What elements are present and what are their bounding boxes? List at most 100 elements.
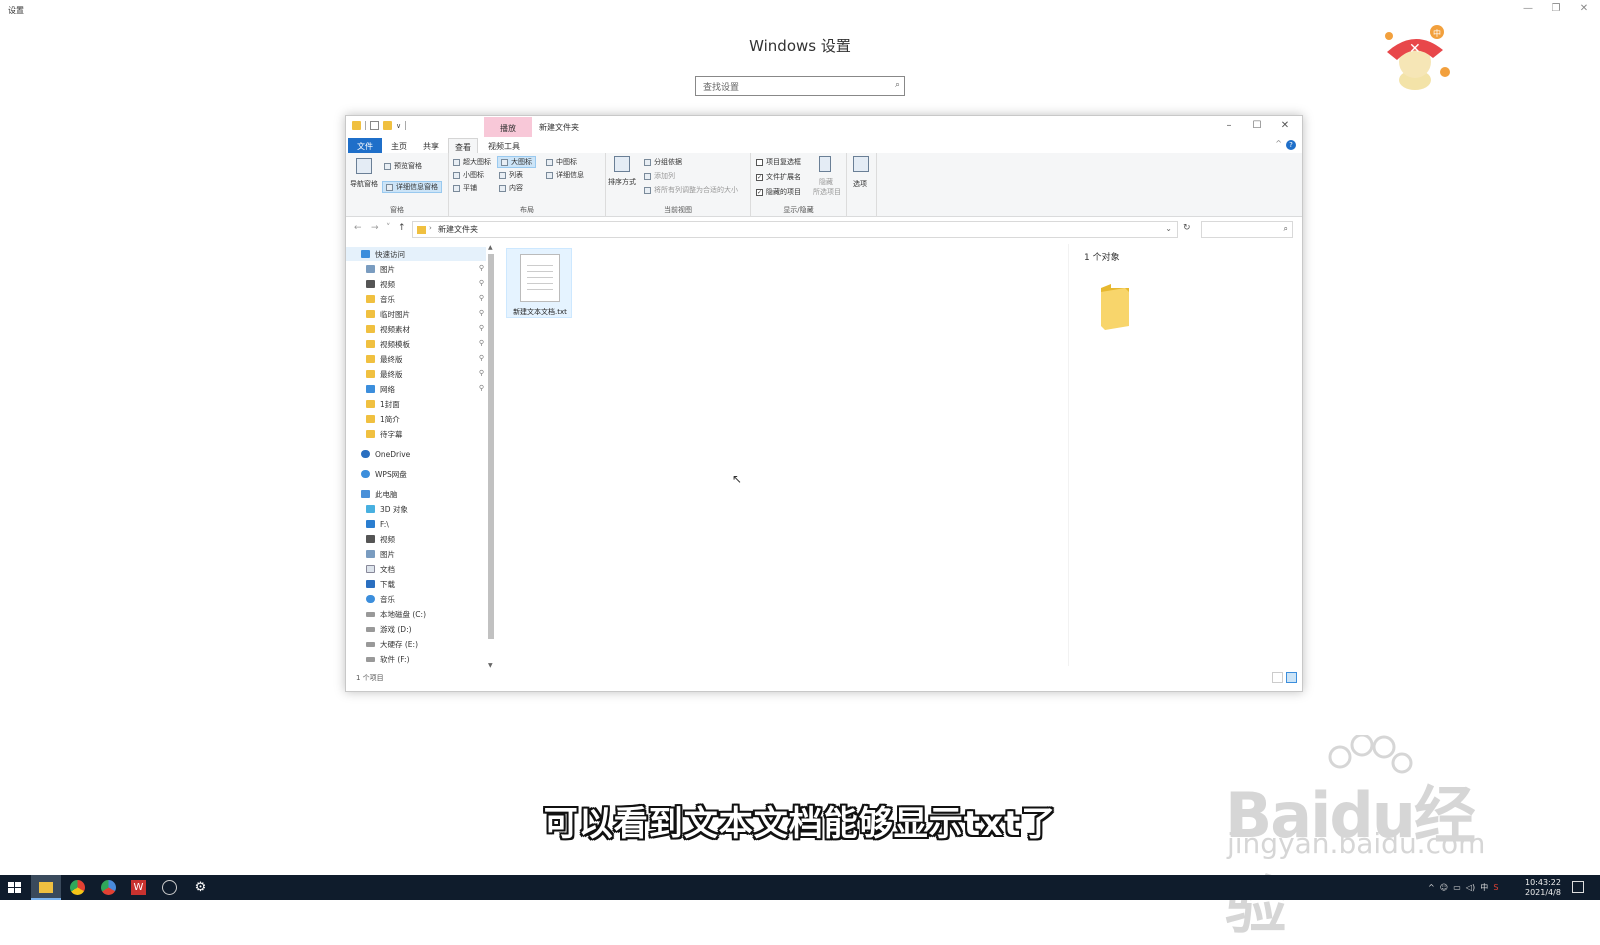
recent-locations-icon[interactable]: ˅	[386, 223, 391, 233]
tab-file[interactable]: 文件	[348, 138, 382, 153]
hide-selected-label-1[interactable]: 隐藏	[819, 177, 833, 187]
nav-item-videos[interactable]: 视频 ⚲	[346, 277, 486, 291]
close-icon[interactable]: ✕	[1275, 120, 1295, 131]
pin-icon[interactable]: ⚲	[479, 369, 484, 377]
nav-item-onedrive[interactable]: OneDrive	[346, 447, 486, 461]
nav-item-downloads[interactable]: 下载	[346, 577, 486, 591]
restore-icon[interactable]: ❐	[1546, 3, 1566, 14]
list-option[interactable]: 列表	[499, 170, 523, 180]
nav-item-3d-objects[interactable]: 3D 对象	[346, 502, 486, 516]
hide-selected-label-2[interactable]: 所选项目	[813, 187, 841, 197]
media-player-icon[interactable]	[162, 880, 177, 895]
nav-item-disk-e[interactable]: 大硬存 (E:)	[346, 637, 486, 651]
large-icons-option[interactable]: 大图标	[497, 156, 536, 168]
nav-item-this-pc[interactable]: 此电脑	[346, 487, 486, 501]
nav-item-pending-subtitles[interactable]: 待字幕	[346, 427, 486, 441]
breadcrumb-current[interactable]: 新建文件夹	[438, 224, 478, 235]
nav-item-final-2[interactable]: 最终版 ⚲	[346, 367, 486, 381]
collapse-ribbon-icon[interactable]: ^	[1275, 139, 1282, 148]
ime-indicator[interactable]: 中	[1480, 883, 1488, 892]
network-tray-icon[interactable]: ▭	[1453, 883, 1461, 892]
options-button[interactable]: 选项	[853, 179, 867, 189]
address-bar[interactable]: › 新建文件夹 ⌄	[412, 221, 1178, 238]
breadcrumb-chevron-icon[interactable]: ›	[429, 224, 432, 232]
nav-item-quick-access[interactable]: 快速访问	[346, 247, 486, 261]
file-extensions-toggle[interactable]: ✓ 文件扩展名	[756, 172, 801, 182]
details-option[interactable]: 详细信息	[546, 170, 584, 180]
hidden-items-toggle[interactable]: ✓ 隐藏的项目	[756, 187, 801, 197]
folder-search-input[interactable]: ⌕	[1201, 221, 1293, 238]
volume-icon[interactable]: ◁)	[1466, 883, 1475, 892]
maximize-icon[interactable]: ☐	[1247, 120, 1267, 131]
scrollbar-thumb[interactable]	[488, 254, 494, 639]
pin-icon[interactable]: ⚲	[479, 324, 484, 332]
nav-item-network[interactable]: 网络 ⚲	[346, 382, 486, 396]
refresh-icon[interactable]: ↻	[1183, 223, 1191, 233]
nav-item-cover[interactable]: 1封面	[346, 397, 486, 411]
tab-view[interactable]: 查看	[448, 138, 478, 153]
properties-icon[interactable]	[370, 121, 379, 130]
nav-item-intro[interactable]: 1简介	[346, 412, 486, 426]
nav-item-videos-pc[interactable]: 视频	[346, 532, 486, 546]
up-arrow-icon[interactable]: ↑	[398, 223, 406, 233]
new-folder-icon[interactable]	[383, 121, 392, 130]
file-explorer-icon[interactable]	[39, 882, 53, 893]
pin-icon[interactable]: ⚲	[479, 339, 484, 347]
forward-arrow-icon[interactable]: →	[371, 223, 379, 233]
show-hidden-icons-icon[interactable]: ^	[1428, 883, 1435, 892]
nav-item-disk-f[interactable]: 软件 (F:)	[346, 652, 486, 666]
tiles-option[interactable]: 平铺	[453, 183, 477, 193]
wps-icon[interactable]: W	[131, 880, 146, 895]
medium-icons-option[interactable]: 中图标	[546, 157, 577, 167]
notification-icon[interactable]	[1572, 881, 1584, 893]
extra-large-icons-option[interactable]: 超大图标	[453, 157, 491, 167]
tab-home[interactable]: 主页	[384, 138, 414, 153]
antivirus-icon[interactable]: S	[1493, 883, 1498, 892]
help-icon[interactable]: ?	[1286, 140, 1296, 150]
nav-item-music-folder[interactable]: 音乐 ⚲	[346, 292, 486, 306]
size-all-columns-button[interactable]: 将所有列调整为合适的大小	[644, 185, 738, 195]
scroll-up-icon[interactable]: ▲	[488, 244, 493, 251]
nav-item-final-1[interactable]: 最终版 ⚲	[346, 352, 486, 366]
minimize-icon[interactable]: –	[1219, 120, 1239, 131]
minimize-icon[interactable]: —	[1518, 3, 1538, 14]
nav-item-documents[interactable]: 文档	[346, 562, 486, 576]
pin-icon[interactable]: ⚲	[479, 279, 484, 287]
nav-item-temp-pictures[interactable]: 临时图片 ⚲	[346, 307, 486, 321]
nav-item-pictures-pc[interactable]: 图片	[346, 547, 486, 561]
nav-pane-scrollbar[interactable]: ▲ ▼	[488, 244, 494, 672]
tab-share[interactable]: 共享	[416, 138, 446, 153]
chrome-icon[interactable]	[70, 880, 85, 895]
chevron-down-icon[interactable]: ⌄	[1165, 224, 1172, 233]
details-view-icon[interactable]	[1272, 672, 1283, 683]
nav-item-f-drive[interactable]: F:\	[346, 517, 486, 531]
settings-search-input[interactable]: 查找设置 ⌕	[695, 76, 905, 96]
large-icons-view-icon[interactable]	[1286, 672, 1297, 683]
pin-icon[interactable]: ⚲	[479, 384, 484, 392]
tab-play[interactable]: 播放	[484, 117, 532, 137]
preview-pane-button[interactable]: 预览窗格	[384, 161, 422, 171]
nav-item-pictures[interactable]: 图片 ⚲	[346, 262, 486, 276]
nav-item-music-pc[interactable]: 音乐	[346, 592, 486, 606]
start-windows-icon[interactable]	[7, 880, 22, 895]
small-icons-option[interactable]: 小图标	[453, 170, 484, 180]
file-item-txt[interactable]: 新建文本文档.txt	[506, 248, 572, 318]
pin-icon[interactable]: ⚲	[479, 264, 484, 272]
close-icon[interactable]: ✕	[1574, 3, 1594, 14]
user-icon[interactable]: ☺	[1440, 883, 1448, 892]
browser-icon[interactable]	[101, 880, 116, 895]
back-arrow-icon[interactable]: ←	[354, 223, 362, 233]
tab-video-tools[interactable]: 视频工具	[480, 138, 528, 153]
settings-gear-icon[interactable]: ⚙	[193, 880, 208, 895]
pin-icon[interactable]: ⚲	[479, 294, 484, 302]
nav-pane-button[interactable]: 导航窗格	[350, 179, 378, 189]
nav-item-video-templates[interactable]: 视频模板 ⚲	[346, 337, 486, 351]
customize-toolbar-icon[interactable]: ∨	[396, 122, 401, 130]
nav-item-wps-drive[interactable]: WPS网盘	[346, 467, 486, 481]
nav-item-disk-d[interactable]: 游戏 (D:)	[346, 622, 486, 636]
sort-by-button[interactable]: 排序方式	[608, 177, 636, 187]
file-list-pane[interactable]: 新建文本文档.txt ↖	[496, 244, 1056, 666]
pin-icon[interactable]: ⚲	[479, 309, 484, 317]
add-columns-button[interactable]: 添加列	[644, 171, 675, 181]
nav-item-disk-c[interactable]: 本地磁盘 (C:)	[346, 607, 486, 621]
